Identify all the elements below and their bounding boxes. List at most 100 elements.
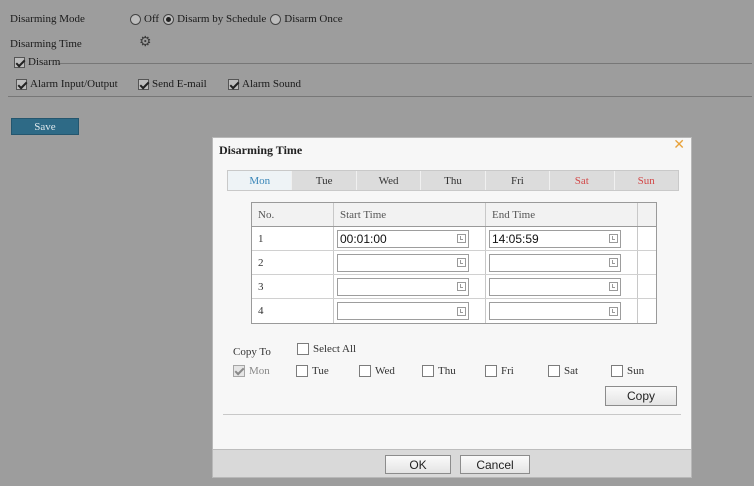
copy-tue-checkbox[interactable] bbox=[296, 365, 308, 377]
dialog-title: Disarming Time bbox=[219, 143, 303, 157]
copy-wed-label: Wed bbox=[375, 365, 395, 377]
start-time-value: 00:01:00 bbox=[340, 231, 387, 246]
start-time-input[interactable] bbox=[337, 302, 469, 320]
dialog-footer: OK Cancel bbox=[213, 449, 691, 477]
tab-mon[interactable]: Mon bbox=[228, 171, 292, 190]
send-email-checkbox[interactable] bbox=[138, 78, 149, 90]
copy-day-mon: Mon bbox=[233, 365, 270, 377]
mode-once-label[interactable]: Disarm Once bbox=[284, 13, 342, 25]
copy-fri-checkbox[interactable] bbox=[485, 365, 497, 377]
row-spacer bbox=[638, 227, 656, 250]
save-button[interactable]: Save bbox=[11, 118, 79, 135]
schedule-table: No. Start Time End Time 1 00:01:00 14:05… bbox=[251, 202, 657, 324]
select-all-label: Select All bbox=[313, 343, 357, 355]
copy-sat-checkbox[interactable] bbox=[548, 365, 560, 377]
copy-to-label: Copy To bbox=[233, 346, 271, 358]
disarming-time-dialog: Disarming Time ✕ Mon Tue Wed Thu Fri Sat… bbox=[212, 137, 692, 478]
clock-icon[interactable] bbox=[609, 306, 618, 316]
disarming-time-label: Disarming Time bbox=[10, 38, 82, 50]
tab-thu[interactable]: Thu bbox=[420, 171, 484, 190]
copy-button[interactable]: Copy bbox=[605, 386, 677, 406]
table-row: 3 bbox=[252, 275, 656, 299]
day-tabs: Mon Tue Wed Thu Fri Sat Sun bbox=[227, 170, 679, 191]
row-number: 3 bbox=[252, 275, 334, 298]
gear-icon[interactable]: ⚙ bbox=[139, 36, 152, 50]
copy-day-sun[interactable]: Sun bbox=[611, 365, 644, 377]
alarm-io-checkbox[interactable] bbox=[16, 78, 27, 90]
copy-sun-label: Sun bbox=[627, 365, 645, 377]
action-send-email[interactable]: Send E-mail bbox=[138, 78, 207, 90]
copy-day-sat[interactable]: Sat bbox=[548, 365, 578, 377]
clock-icon[interactable] bbox=[457, 258, 466, 267]
start-cell: 00:01:00 bbox=[334, 227, 486, 250]
send-email-label: Send E-mail bbox=[152, 78, 207, 90]
row-spacer bbox=[638, 251, 656, 274]
cancel-button[interactable]: Cancel bbox=[460, 455, 530, 474]
start-time-input[interactable] bbox=[337, 277, 469, 296]
start-time-input[interactable] bbox=[337, 253, 469, 272]
table-row: 2 bbox=[252, 251, 656, 275]
disarming-mode-label: Disarming Mode bbox=[10, 13, 85, 25]
select-all-checkbox[interactable] bbox=[297, 343, 309, 355]
copy-wed-checkbox[interactable] bbox=[359, 365, 371, 377]
alarm-sound-checkbox[interactable] bbox=[228, 78, 239, 90]
tab-sun[interactable]: Sun bbox=[613, 171, 678, 190]
action-alarm-io[interactable]: Alarm Input/Output bbox=[16, 78, 118, 90]
disarm-group-label: Disarm bbox=[28, 56, 61, 68]
copy-sun-checkbox[interactable] bbox=[611, 365, 623, 377]
end-time-input[interactable] bbox=[489, 302, 621, 320]
header-start-time: Start Time bbox=[334, 203, 486, 226]
table-header: No. Start Time End Time bbox=[252, 203, 656, 227]
clock-icon[interactable] bbox=[457, 306, 466, 316]
end-cell: 14:05:59 bbox=[486, 227, 638, 250]
row-spacer bbox=[638, 275, 656, 298]
gear-button[interactable]: ⚙ bbox=[139, 36, 152, 50]
end-time-input[interactable] bbox=[489, 277, 621, 296]
tab-tue[interactable]: Tue bbox=[291, 171, 355, 190]
close-icon[interactable]: ✕ bbox=[673, 139, 685, 153]
copy-mon-label: Mon bbox=[249, 365, 270, 377]
clock-icon[interactable] bbox=[609, 258, 618, 267]
table-row: 1 00:01:00 14:05:59 bbox=[252, 227, 656, 251]
clock-icon[interactable] bbox=[609, 282, 618, 291]
divider bbox=[223, 414, 681, 415]
mode-off-radio[interactable] bbox=[130, 13, 141, 25]
mode-once-radio[interactable] bbox=[270, 13, 282, 25]
copy-thu-label: Thu bbox=[438, 365, 456, 377]
copy-day-fri[interactable]: Fri bbox=[485, 365, 514, 377]
mode-schedule-label[interactable]: Disarm by Schedule bbox=[177, 13, 266, 25]
disarm-group-border bbox=[58, 63, 752, 64]
clock-icon[interactable] bbox=[457, 234, 466, 243]
mode-off-label[interactable]: Off bbox=[144, 13, 159, 25]
ok-button[interactable]: OK bbox=[385, 455, 451, 474]
header-no: No. bbox=[252, 203, 334, 226]
end-time-value: 14:05:59 bbox=[492, 231, 539, 246]
tab-fri[interactable]: Fri bbox=[484, 171, 549, 190]
select-all[interactable]: Select All bbox=[297, 343, 356, 355]
copy-day-thu[interactable]: Thu bbox=[422, 365, 456, 377]
tab-wed[interactable]: Wed bbox=[355, 171, 420, 190]
copy-days: Mon Tue Wed Thu Fri Sat Sun bbox=[233, 365, 673, 379]
start-cell bbox=[334, 251, 486, 274]
copy-tue-label: Tue bbox=[312, 365, 329, 377]
clock-icon[interactable] bbox=[457, 282, 466, 291]
copy-day-tue[interactable]: Tue bbox=[296, 365, 329, 377]
end-time-input[interactable] bbox=[489, 253, 621, 272]
clock-icon[interactable] bbox=[609, 234, 618, 243]
disarm-group-bottom bbox=[8, 96, 752, 97]
disarming-time-row: Disarming Time bbox=[10, 38, 82, 50]
tab-sat[interactable]: Sat bbox=[549, 171, 613, 190]
end-time-input[interactable]: 14:05:59 bbox=[489, 229, 621, 248]
copy-sat-label: Sat bbox=[564, 365, 579, 377]
start-time-input[interactable]: 00:01:00 bbox=[337, 229, 469, 248]
row-number: 4 bbox=[252, 299, 334, 323]
copy-fri-label: Fri bbox=[501, 365, 514, 377]
alarm-sound-label: Alarm Sound bbox=[242, 78, 301, 90]
copy-day-wed[interactable]: Wed bbox=[359, 365, 395, 377]
action-alarm-sound[interactable]: Alarm Sound bbox=[228, 78, 301, 90]
end-cell bbox=[486, 275, 638, 298]
copy-thu-checkbox[interactable] bbox=[422, 365, 434, 377]
disarm-checkbox[interactable] bbox=[14, 56, 25, 68]
end-cell bbox=[486, 251, 638, 274]
mode-schedule-radio[interactable] bbox=[163, 13, 175, 25]
